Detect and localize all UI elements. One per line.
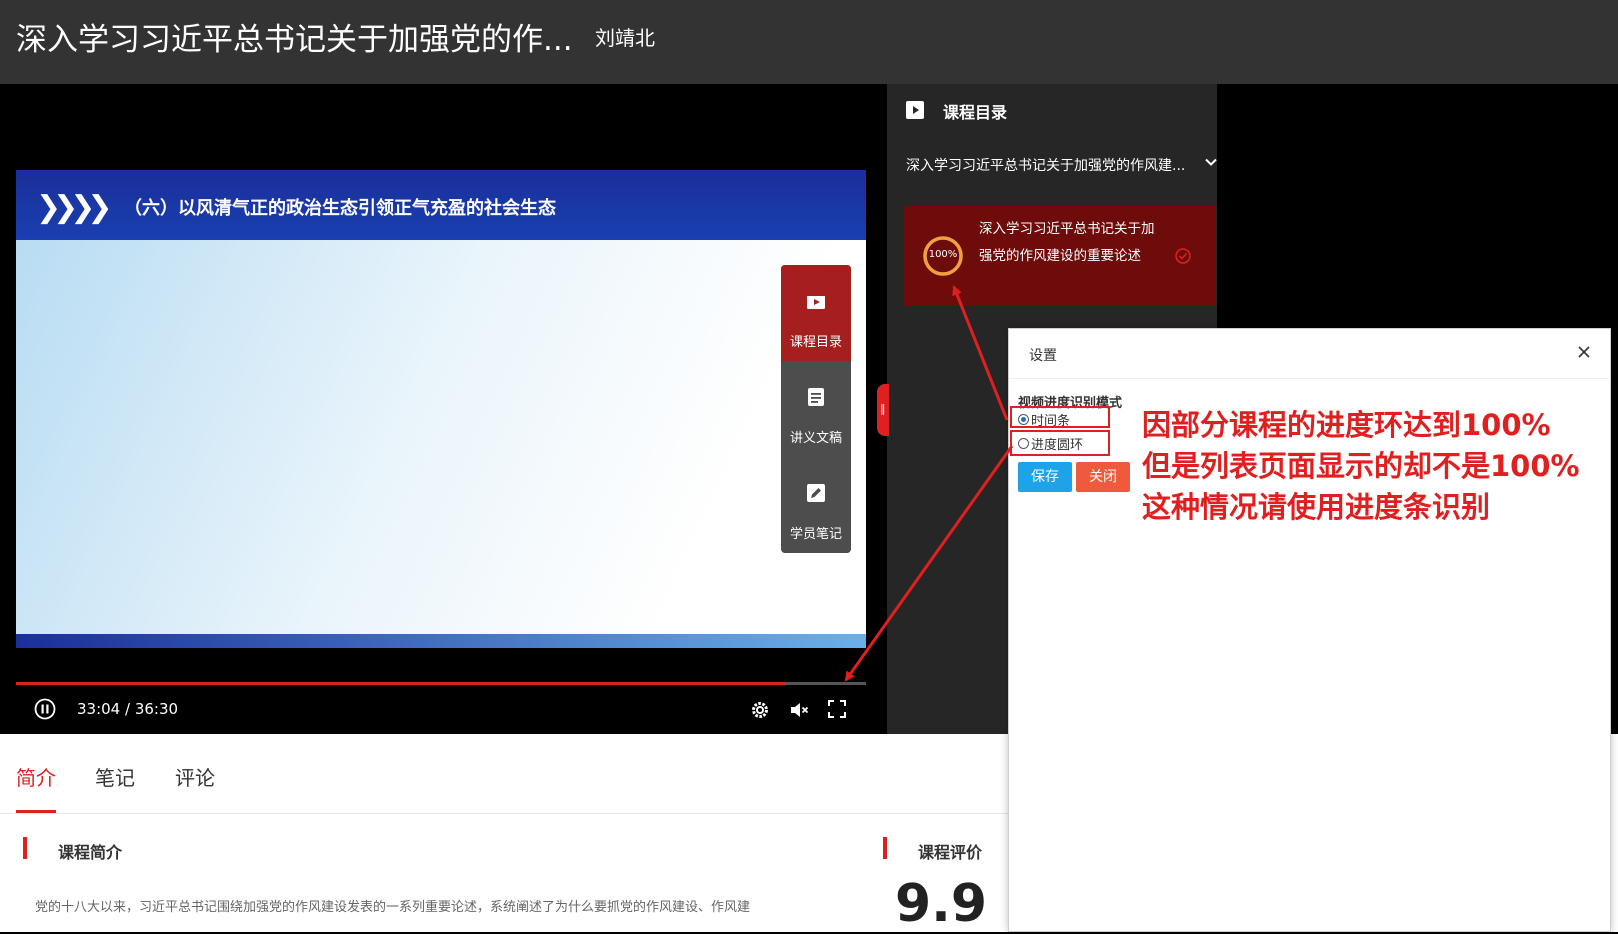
video-frame[interactable]: ❯❯❯❯ （六）以风清气正的政治生态引领正气充盈的社会生态 — [16, 170, 866, 648]
chevron-down-icon[interactable] — [1204, 155, 1218, 169]
dialog-title: 设置 — [1029, 348, 1057, 364]
gear-icon[interactable] — [750, 700, 770, 720]
tool-label: 讲义文稿 — [789, 431, 842, 446]
radio-button[interactable] — [1018, 438, 1029, 449]
tool-label: 学员笔记 — [789, 527, 842, 542]
save-button[interactable]: 保存 — [1018, 462, 1072, 492]
slide-title: （六）以风清气正的政治生态引领正气充盈的社会生态 — [124, 198, 556, 219]
page-title: 深入学习习近平总书记关于加强党的作... — [16, 22, 573, 58]
tool-course-catalog[interactable]: 课程目录 — [781, 265, 851, 361]
catalog-item-title: 深入学习习近平总书记关于加强党的作风建设的重要论述 — [979, 221, 1155, 264]
section-bar — [883, 837, 887, 859]
slide-body — [16, 240, 866, 635]
tab-intro[interactable]: 简介 — [16, 762, 56, 791]
rating-section-title: 课程评价 — [918, 843, 983, 862]
tab-notes[interactable]: 笔记 — [95, 762, 135, 791]
tool-label: 课程目录 — [789, 335, 842, 350]
clapper-icon — [807, 293, 825, 309]
chevrons-icon: ❯❯❯❯ — [36, 190, 112, 225]
intro-section-title: 课程简介 — [58, 843, 123, 862]
video-progress-fill — [16, 682, 787, 685]
intro-text: 党的十八大以来，习近平总书记围绕加强党的作风建设发表的一系列重要论述，系统阐述了… — [35, 900, 751, 915]
slide-header: ❯❯❯❯ （六）以风清气正的政治生态引领正气充盈的社会生态 — [16, 170, 866, 240]
time-display: 33:04 / 36:30 — [77, 700, 179, 718]
radio-label: 时间条 — [1031, 414, 1071, 429]
tool-student-notes[interactable]: 学员笔记 — [781, 457, 851, 553]
grip-icon: ‖ — [880, 402, 886, 415]
tab-comments[interactable]: 评论 — [175, 762, 215, 791]
pause-icon[interactable] — [34, 698, 56, 720]
rating-score: 9.9 — [895, 874, 988, 934]
radio-progress-ring[interactable]: 进度圆环 — [1018, 434, 1083, 453]
fullscreen-icon[interactable] — [828, 700, 846, 718]
close-icon[interactable] — [1577, 345, 1591, 359]
pencil-icon — [807, 484, 825, 502]
mute-icon[interactable] — [789, 700, 809, 720]
play-square-icon — [906, 101, 924, 119]
radio-timebar[interactable]: 时间条 — [1018, 410, 1070, 429]
tab-divider — [0, 813, 1010, 814]
document-icon — [808, 388, 824, 406]
catalog-dropdown[interactable]: 深入学习习近平总书记关于加强党的作风建... — [906, 155, 1185, 175]
slide-footer-band — [16, 634, 866, 648]
player-side-tools: 课程目录 讲义文稿 学员笔记 — [781, 265, 851, 553]
annotation-line: 这种情况请使用进度条识别 — [1142, 490, 1491, 524]
dialog-separator — [1009, 378, 1609, 379]
annotation-line: 但是列表页面显示的却不是100% — [1142, 449, 1580, 483]
close-button[interactable]: 关闭 — [1076, 462, 1130, 492]
radio-label: 进度圆环 — [1031, 438, 1084, 453]
check-circle-icon — [1175, 248, 1191, 264]
annotation-line: 因部分课程的进度环达到100% — [1142, 408, 1551, 442]
tool-lecture-notes[interactable]: 讲义文稿 — [781, 361, 851, 457]
video-progress-bar[interactable] — [16, 682, 866, 685]
section-bar — [23, 837, 27, 859]
catalog-header: 课程目录 — [943, 103, 1008, 122]
author-name: 刘靖北 — [595, 26, 655, 50]
radio-button[interactable] — [1018, 414, 1029, 425]
progress-percent: 100% — [928, 249, 958, 260]
